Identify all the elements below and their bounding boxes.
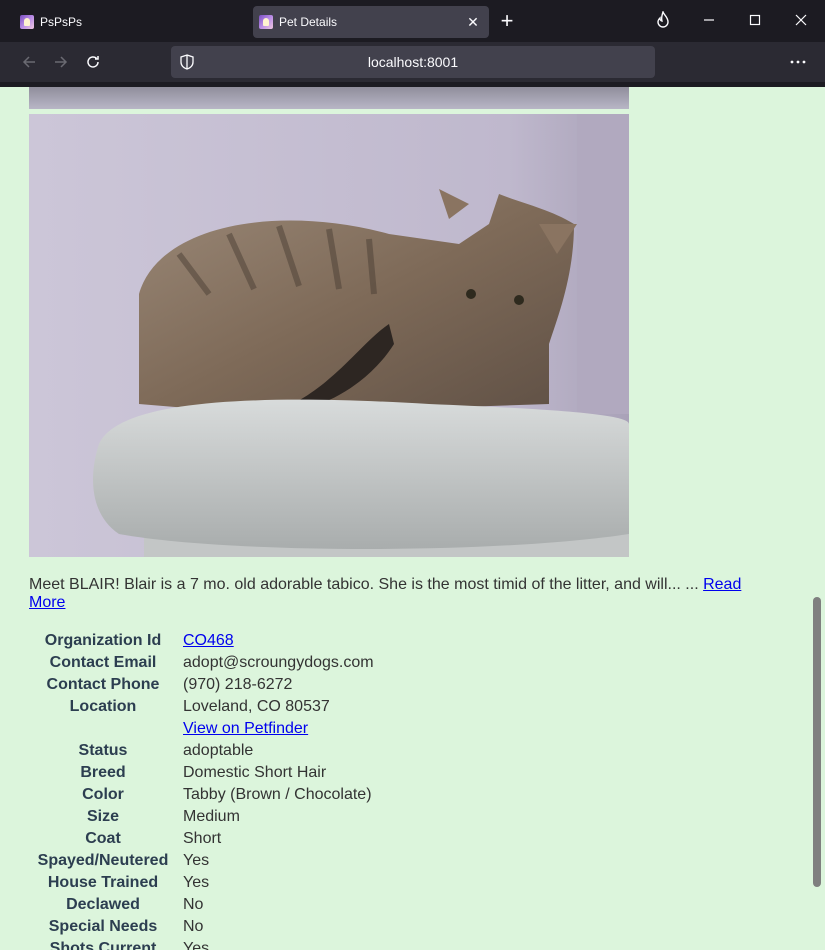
detail-row: Location Loveland, CO 80537 (29, 696, 380, 718)
detail-row: Shots Current Yes (29, 938, 380, 950)
detail-link[interactable]: View on Petfinder (183, 720, 308, 737)
more-menu-icon[interactable] (784, 48, 812, 76)
pet-photo (29, 114, 629, 557)
minimize-button[interactable] (686, 0, 732, 40)
detail-value: No (183, 896, 204, 913)
detail-label: Special Needs (48, 918, 158, 935)
detail-row: Coat Short (29, 828, 380, 850)
page-viewport: Meet BLAIR! Blair is a 7 mo. old adorabl… (0, 87, 810, 950)
detail-label: Status (78, 742, 128, 759)
detail-label: Color (82, 786, 124, 803)
tab-strip: PsPsPs Pet Details ✕ + (0, 0, 825, 42)
new-tab-button[interactable]: + (496, 8, 518, 34)
favicon-icon (259, 15, 273, 29)
tab-title: Pet Details (279, 15, 338, 29)
maximize-button[interactable] (732, 0, 778, 40)
detail-row: House Trained Yes (29, 872, 380, 894)
detail-value: Loveland, CO 80537 (183, 698, 330, 715)
detail-row: Size Medium (29, 806, 380, 828)
detail-value: (970) 218-6272 (183, 676, 293, 693)
detail-label: Size (86, 808, 119, 825)
detail-row: Organization Id CO468 (29, 630, 380, 652)
detail-label: Contact Phone (46, 676, 160, 693)
detail-value: Yes (183, 852, 210, 869)
detail-label: Contact Email (49, 654, 157, 671)
detail-label: Breed (80, 764, 126, 781)
detail-row: Contact Email adopt@scroungydogs.com (29, 652, 380, 674)
detail-row: Color Tabby (Brown / Chocolate) (29, 784, 380, 806)
tab-pspsps[interactable]: PsPsPs (14, 6, 248, 38)
nav-toolbar: localhost:8001 (0, 42, 825, 82)
detail-value: View on Petfinder (183, 718, 380, 740)
detail-value: adoptable (183, 742, 254, 759)
detail-label: Shots Current (49, 940, 157, 950)
detail-value: Yes (183, 874, 210, 891)
detail-label: Location (69, 698, 137, 715)
detail-label: Organization Id (44, 632, 162, 649)
close-tab-icon[interactable]: ✕ (463, 14, 483, 31)
tab-title: PsPsPs (40, 15, 83, 29)
detail-value: Tabby (Brown / Chocolate) (183, 786, 372, 803)
url-bar[interactable]: localhost:8001 (171, 46, 655, 78)
detail-value: CO468 (183, 630, 380, 652)
pet-details-table: Organization Id CO468 Contact Email adopt@s… (29, 630, 380, 950)
detail-value: No (183, 918, 204, 935)
detail-value: Medium (183, 808, 240, 825)
detail-value: Domestic Short Hair (183, 764, 327, 781)
back-arrow-icon[interactable] (15, 48, 43, 76)
detail-value: adopt@scroungydogs.com (183, 654, 374, 671)
detail-label: Coat (85, 830, 121, 847)
favicon-icon (20, 15, 34, 29)
scrollbar-thumb[interactable] (813, 597, 821, 887)
tab-pet-details[interactable]: Pet Details ✕ (253, 6, 489, 38)
forward-arrow-icon[interactable] (47, 48, 75, 76)
firefox-view-icon[interactable] (640, 0, 686, 40)
detail-label (29, 718, 183, 740)
detail-row: Contact Phone (970) 218-6272 (29, 674, 380, 696)
detail-value: Short (183, 830, 222, 847)
detail-row: Special Needs No (29, 916, 380, 938)
detail-row: Declawed No (29, 894, 380, 916)
detail-row: Spayed/Neutered Yes (29, 850, 380, 872)
description-text: Meet BLAIR! Blair is a 7 mo. old adorabl… (29, 576, 699, 593)
detail-label: Spayed/Neutered (37, 852, 169, 869)
detail-row: View on Petfinder (29, 718, 380, 740)
pet-description: Meet BLAIR! Blair is a 7 mo. old adorabl… (29, 576, 769, 612)
detail-link[interactable]: CO468 (183, 632, 234, 649)
detail-row: Breed Domestic Short Hair (29, 762, 380, 784)
pet-photo (29, 87, 629, 109)
detail-label: Declawed (66, 896, 140, 913)
detail-label: House Trained (47, 874, 159, 891)
detail-value: Yes (183, 940, 210, 950)
detail-row: Status adoptable (29, 740, 380, 762)
url-text: localhost:8001 (367, 54, 459, 70)
reload-icon[interactable] (79, 48, 107, 76)
close-window-button[interactable] (778, 0, 824, 40)
